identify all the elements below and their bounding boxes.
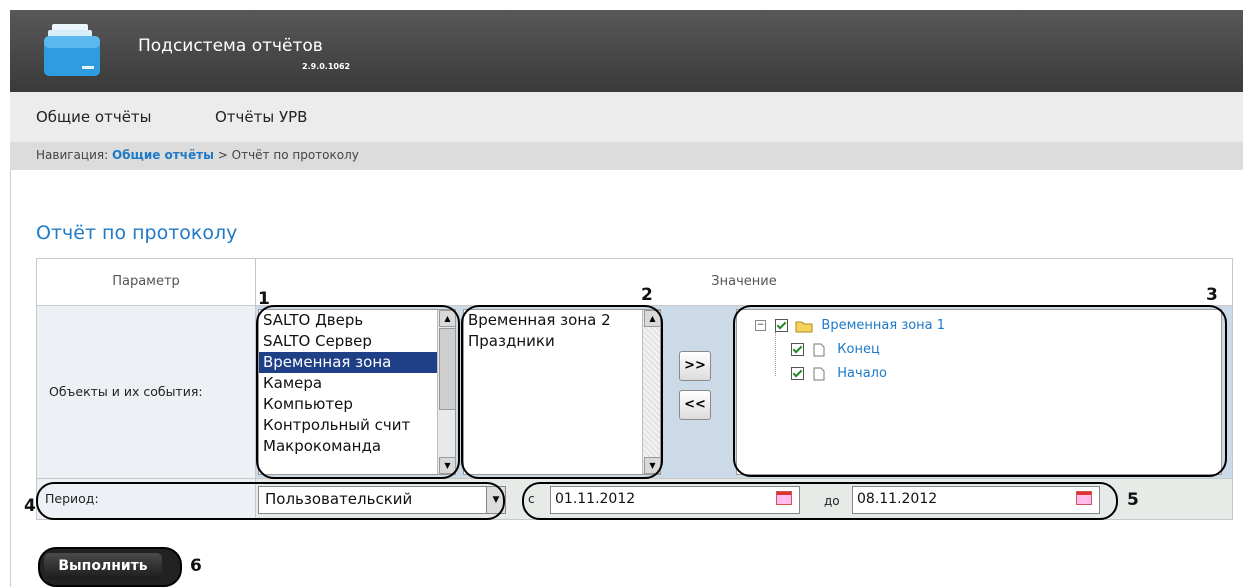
callout-outline-4	[36, 482, 505, 520]
page-title: Отчёт по протоколу	[36, 222, 238, 244]
breadcrumb: Навигация: Общие отчёты > Отчёт по прото…	[10, 142, 1243, 170]
objects-label: Объекты и их события:	[49, 384, 203, 399]
breadcrumb-current: Отчёт по протоколу	[231, 148, 359, 162]
app-version: 2.9.0.1062	[302, 62, 351, 71]
callout-outline-5	[522, 482, 1118, 520]
menu-item-general-reports[interactable]: Общие отчёты	[36, 108, 152, 126]
objects-row-label-cell: Объекты и их события:	[36, 305, 256, 479]
add-button[interactable]: >>	[679, 351, 711, 381]
callout-outline-3	[733, 305, 1227, 477]
column-header-value: Значение	[255, 258, 1233, 306]
callout-number-1: 1	[258, 289, 270, 309]
app-folder-icon	[44, 24, 100, 76]
callout-number-4: 4	[24, 496, 36, 516]
app-header: Подсистема отчётов 2.9.0.1062	[10, 10, 1243, 92]
app-title: Подсистема отчётов	[138, 36, 323, 56]
menu-item-time-reports[interactable]: Отчёты УРВ	[215, 108, 307, 126]
callout-number-3: 3	[1206, 285, 1218, 305]
breadcrumb-prefix: Навигация:	[36, 148, 109, 162]
callout-outline-1	[256, 305, 460, 479]
breadcrumb-link-general-reports[interactable]: Общие отчёты	[112, 148, 214, 162]
callout-number-5: 5	[1127, 490, 1139, 510]
column-header-parameter: Параметр	[36, 258, 256, 306]
callout-number-2: 2	[641, 285, 653, 305]
breadcrumb-separator: >	[217, 148, 228, 162]
run-button[interactable]: Выполнить	[44, 553, 162, 579]
callout-number-6: 6	[190, 556, 202, 576]
remove-button[interactable]: <<	[679, 390, 711, 420]
top-menu: Общие отчёты Отчёты УРВ	[10, 92, 1243, 143]
run-button-outline: Выполнить	[38, 547, 182, 587]
callout-outline-2	[461, 305, 663, 479]
